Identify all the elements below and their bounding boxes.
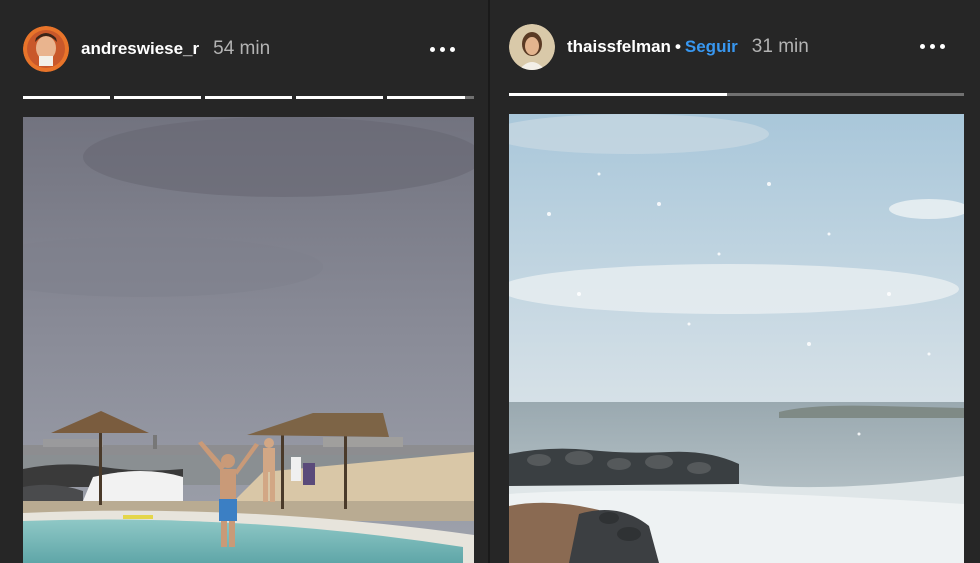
more-options-icon[interactable]: [430, 47, 455, 52]
story-media-rocky-shore[interactable]: [509, 114, 964, 563]
story-progress-bar: [23, 96, 474, 99]
story-header: andreswiese_r 54 min: [23, 24, 270, 74]
progress-segment: [114, 96, 201, 99]
story-progress-bar: [509, 93, 964, 96]
avatar[interactable]: [23, 26, 69, 72]
progress-segment: [296, 96, 383, 99]
progress-segment: [205, 96, 292, 99]
timestamp: 31 min: [751, 36, 809, 57]
story-panel-andreswiese[interactable]: andreswiese_r 54 min: [0, 0, 488, 563]
story-panel-thaissfelman[interactable]: thaissfelman • Seguir 31 min: [490, 0, 980, 563]
progress-segment: [387, 96, 474, 99]
follow-button[interactable]: Seguir: [685, 37, 738, 57]
stories-viewer: andreswiese_r 54 min thaissfelman • Segu…: [0, 0, 980, 563]
username[interactable]: thaissfelman: [567, 37, 671, 57]
separator: •: [674, 37, 681, 56]
story-media-beach-pool[interactable]: [23, 117, 474, 563]
story-header: thaissfelman • Seguir 31 min: [509, 22, 809, 72]
more-options-icon[interactable]: [920, 44, 945, 49]
timestamp: 54 min: [213, 38, 271, 59]
avatar[interactable]: [509, 24, 555, 70]
progress-segment: [23, 96, 110, 99]
username[interactable]: andreswiese_r: [81, 39, 199, 59]
progress-segment: [509, 93, 964, 96]
